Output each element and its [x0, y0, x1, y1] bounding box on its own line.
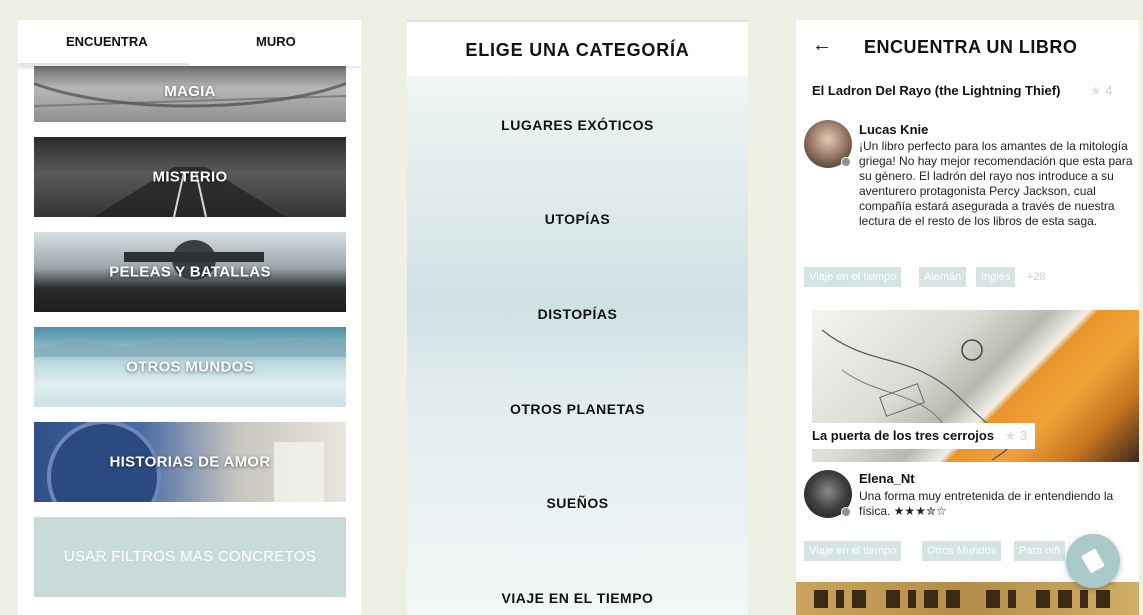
- star-icon: ★: [1004, 428, 1017, 443]
- star-icon: ★: [1090, 83, 1102, 98]
- tag-chip[interactable]: Alemán: [919, 267, 967, 287]
- subcategory-lugares-exoticos[interactable]: LUGARES EXÓTICOS: [407, 117, 748, 133]
- tag-chip[interactable]: Para niñ: [1014, 541, 1065, 561]
- category-card-otros-mundos[interactable]: OTROS MUNDOS: [34, 327, 346, 407]
- back-arrow-icon[interactable]: ←: [812, 34, 832, 57]
- book-title-overlay[interactable]: La puerta de los tres cerrojos ★ 3: [804, 423, 1036, 449]
- tag-chip[interactable]: Inglés: [976, 267, 1016, 287]
- tag-chip[interactable]: Otros Mundos: [922, 541, 1002, 561]
- category-card-peleas[interactable]: PELEAS Y BATALLAS: [34, 232, 346, 312]
- subcategory-distopias[interactable]: DISTOPÍAS: [407, 306, 748, 322]
- rating-value: 4: [1105, 83, 1113, 98]
- tag-chip[interactable]: Viaje en el tiempo: [804, 541, 902, 561]
- tab-encuentra[interactable]: ENCUENTRA: [66, 34, 148, 49]
- subcategories-panel: ELIGE UNA CATEGORÍA LUGARES EXÓTICOS UTO…: [407, 20, 748, 615]
- rating-value: 3: [1019, 428, 1028, 443]
- category-label: PELEAS Y BATALLAS: [109, 263, 271, 281]
- active-tab-indicator: [18, 63, 189, 66]
- categories-panel: ENCUENTRA MURO MAGIA MISTERIO PELEAS Y B…: [18, 20, 361, 615]
- category-card-historias-de-amor[interactable]: HISTORIAS DE AMOR: [34, 422, 346, 502]
- subcategory-utopias[interactable]: UTOPÍAS: [407, 211, 748, 227]
- review-text: Una forma muy entretenida de ir entendie…: [859, 489, 1114, 518]
- use-filters-button[interactable]: USAR FILTROS MAS CONCRETOS: [34, 517, 346, 597]
- verified-badge-icon: [841, 157, 851, 167]
- category-card-misterio[interactable]: MISTERIO: [34, 137, 346, 217]
- tab-muro[interactable]: MURO: [256, 34, 296, 49]
- book-title[interactable]: El Ladron Del Rayo (the Lightning Thief): [812, 83, 1060, 98]
- eraser-icon: [1081, 548, 1105, 574]
- tab-bar: ENCUENTRA MURO: [18, 20, 361, 66]
- book-rating: ★ 3: [1005, 428, 1028, 443]
- subcategory-otros-planetas[interactable]: OTROS PLANETAS: [407, 401, 748, 417]
- category-label: HISTORIAS DE AMOR: [109, 453, 271, 471]
- book-rating: ★ 4: [1090, 83, 1113, 99]
- user-name[interactable]: Lucas Knie: [859, 122, 928, 137]
- find-book-panel: ← ENCUENTRA UN LIBRO El Ladron Del Rayo …: [796, 20, 1139, 615]
- more-tags-count[interactable]: +28: [1027, 267, 1046, 287]
- subcategory-suenos[interactable]: SUEÑOS: [407, 495, 748, 511]
- category-label: OTROS MUNDOS: [126, 358, 254, 376]
- review-text: ¡Un libro perfecto para los amantes de l…: [859, 139, 1133, 228]
- book-title: La puerta de los tres cerrojos: [812, 428, 995, 443]
- category-label: MISTERIO: [152, 168, 228, 186]
- subcategory-viaje-en-el-tiempo[interactable]: VIAJE EN EL TIEMPO: [407, 590, 748, 606]
- category-label: MAGIA: [164, 83, 216, 100]
- user-name[interactable]: Elena_Nt: [859, 471, 915, 486]
- write-review-button[interactable]: [1066, 534, 1120, 588]
- category-card-magia[interactable]: MAGIA: [34, 66, 346, 122]
- verified-badge-icon: [841, 507, 851, 517]
- page-title: ELIGE UNA CATEGORÍA: [407, 22, 748, 76]
- tag-chip[interactable]: Viaje en el tiempo: [804, 267, 902, 287]
- page-title: ENCUENTRA UN LIBRO: [864, 37, 1078, 57]
